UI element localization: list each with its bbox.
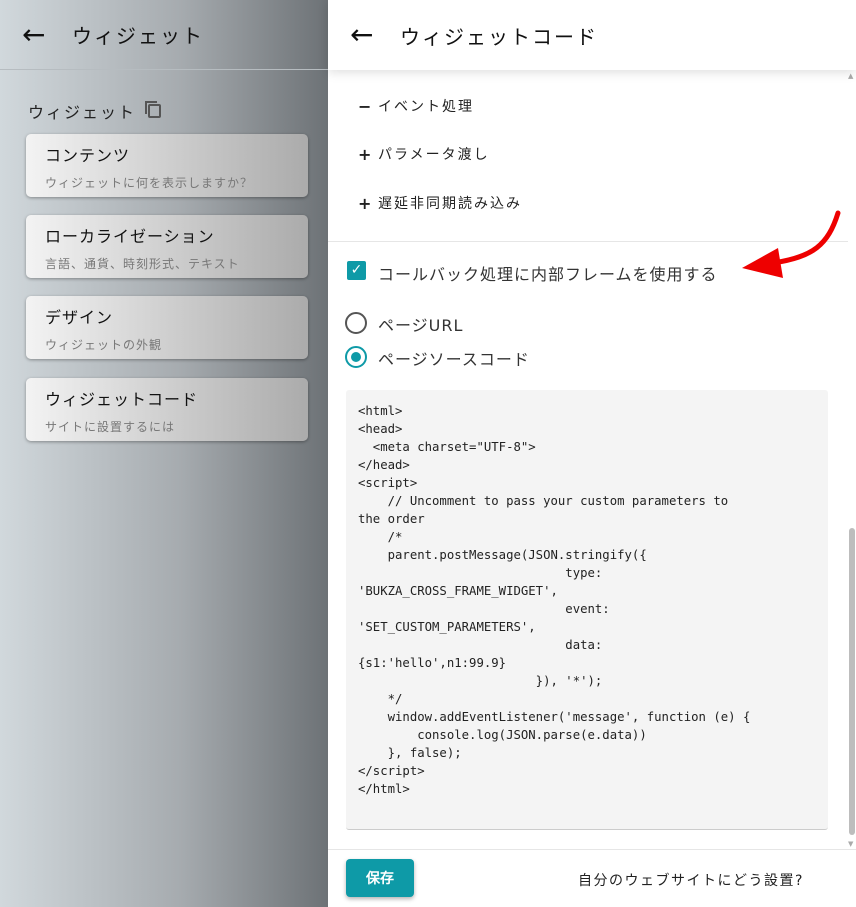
card-widget-code[interactable]: ウィジェットコードサイトに設置するには	[26, 378, 308, 441]
back-arrow-icon[interactable]: ←	[22, 20, 72, 49]
radio-page-url[interactable]	[345, 312, 367, 334]
widget-menu-panel: ← ウィジェット ウィジェット コンテンツウィジェットに何を表示しますか？ ロー…	[0, 0, 328, 907]
accordion-label: イベント処理	[378, 99, 474, 115]
code-text: <html> <head> <meta charset="UTF-8"> </h…	[358, 404, 751, 796]
plus-icon: +	[358, 144, 374, 164]
accordion-label: 遅延非同期読み込み	[378, 196, 522, 212]
card-subtitle: サイトに設置するには	[45, 420, 176, 434]
card-title: ウィジェットコード	[45, 390, 199, 409]
red-arrow-annotation	[742, 210, 841, 278]
card-localization[interactable]: ローカライゼーション言語、通貨、時刻形式、テキスト	[26, 215, 308, 278]
card-content[interactable]: コンテンツウィジェットに何を表示しますか？	[26, 134, 308, 197]
left-header: ← ウィジェット	[0, 0, 328, 70]
widget-code-panel: ← ウィジェットコード − イベント処理 + パラメータ渡し + 遅延非同期読み込み …	[328, 0, 856, 907]
footer-divider	[328, 849, 856, 850]
card-subtitle: ウィジェットの外観	[45, 338, 163, 352]
scrollbar[interactable]: ▲ ▼	[848, 70, 856, 850]
checkbox-label: コールバック処理に内部フレームを使用する	[378, 265, 718, 284]
how-to-install-link[interactable]: 自分のウェブサイトにどう設置?	[578, 870, 804, 890]
back-arrow-icon[interactable]: ←	[350, 21, 400, 49]
right-header: ← ウィジェットコード	[328, 0, 856, 70]
radio-page-source[interactable]	[345, 346, 367, 368]
section-title: ウィジェット	[28, 99, 162, 123]
card-subtitle: ウィジェットに何を表示しますか？	[45, 176, 254, 190]
scroll-up-icon[interactable]: ▲	[848, 72, 853, 80]
card-title: デザイン	[45, 308, 114, 327]
scrollbar-thumb[interactable]	[849, 528, 855, 835]
minus-icon: −	[358, 96, 374, 116]
radio-label: ページURL	[378, 316, 464, 335]
accordion-event-handling[interactable]: − イベント処理	[358, 96, 474, 116]
section-label: ウィジェット	[28, 103, 137, 122]
plus-icon: +	[358, 193, 374, 213]
code-block[interactable]: <html> <head> <meta charset="UTF-8"> </h…	[346, 390, 828, 830]
accordion-lazy-loading[interactable]: + 遅延非同期読み込み	[358, 193, 522, 213]
scroll-down-icon[interactable]: ▼	[848, 840, 853, 848]
card-title: コンテンツ	[45, 146, 131, 165]
card-title: ローカライゼーション	[45, 227, 215, 246]
card-subtitle: 言語、通貨、時刻形式、テキスト	[45, 257, 240, 271]
card-design[interactable]: デザインウィジェットの外観	[26, 296, 308, 359]
save-button[interactable]: 保存	[346, 859, 414, 897]
accordion-parameters[interactable]: + パラメータ渡し	[358, 144, 490, 164]
copy-icon[interactable]	[145, 101, 162, 118]
radio-label: ページソースコード	[378, 350, 530, 369]
accordion-label: パラメータ渡し	[378, 147, 490, 163]
right-title: ウィジェットコード	[400, 24, 598, 49]
left-title: ウィジェット	[72, 24, 204, 48]
iframe-callback-checkbox[interactable]: ✓	[347, 261, 366, 280]
